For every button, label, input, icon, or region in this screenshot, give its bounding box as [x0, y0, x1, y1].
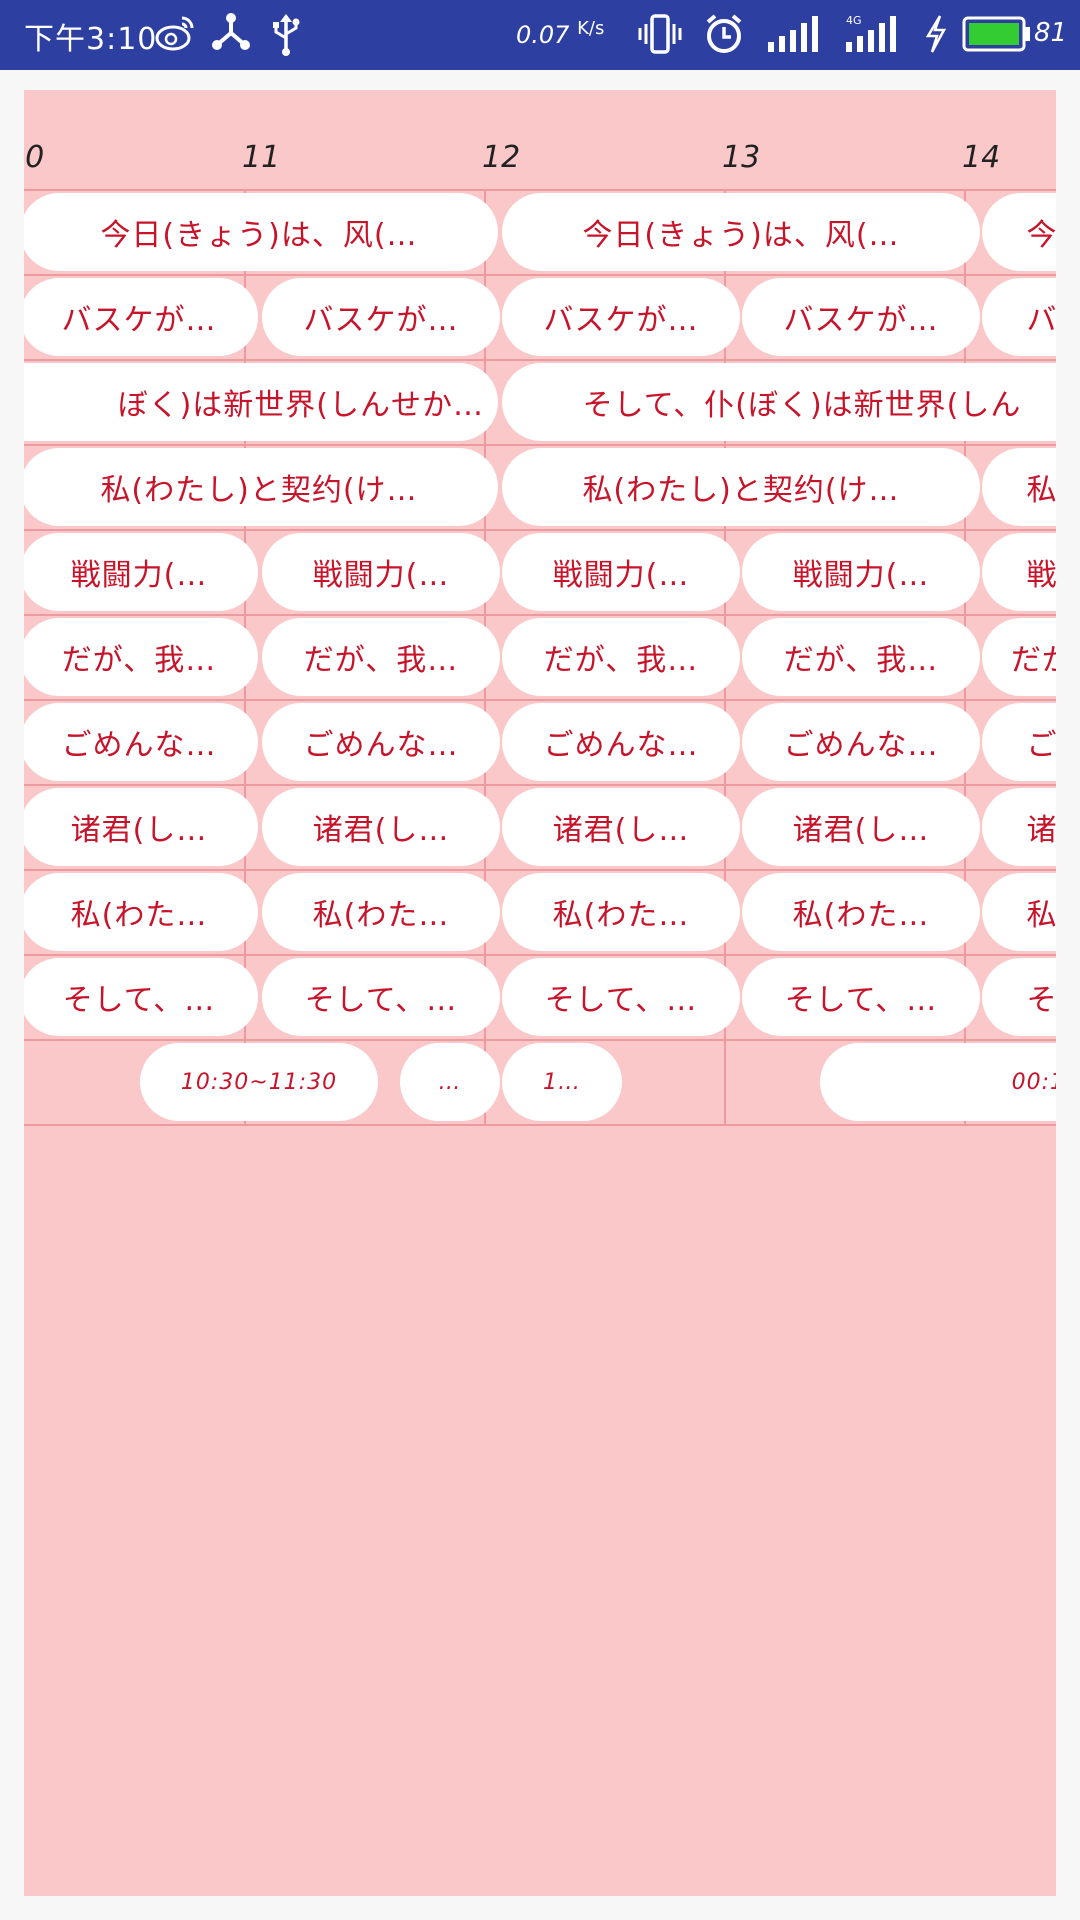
event-pill[interactable]: 私(わた… [24, 873, 258, 951]
event-pill[interactable]: 今日(きょう)は、风(… [502, 193, 980, 271]
charging-icon [922, 12, 950, 60]
event-pill[interactable]: そして、… [742, 958, 980, 1036]
weibo-icon [154, 12, 196, 58]
event-pill[interactable]: 私(わたし)と契约(け… [502, 448, 980, 526]
event-pill[interactable]: バスケが… [742, 278, 980, 356]
hour-label: 12 [482, 140, 521, 175]
battery-icon [962, 14, 1032, 58]
alarm-icon [702, 12, 746, 60]
event-pill[interactable]: 诸君(し… [742, 788, 980, 866]
event-pill[interactable]: 今 [982, 193, 1056, 271]
event-pill[interactable]: 私(わた… [262, 873, 500, 951]
event-pill[interactable]: だが、我… [24, 618, 258, 696]
4g-signal-icon: 4G [844, 12, 902, 60]
grid-line-horizontal [24, 954, 1056, 956]
event-pill[interactable]: だが [982, 618, 1056, 696]
event-pill[interactable]: 私(わた… [502, 873, 740, 951]
network-speed: 0.07 K/s [516, 18, 605, 49]
hour-label: 10 [24, 140, 45, 175]
grid-line-horizontal [24, 359, 1056, 361]
event-pill[interactable]: 诸 [982, 788, 1056, 866]
status-time: 下午3:10 [24, 22, 158, 57]
event-pill[interactable]: 戦闘力(… [262, 533, 500, 611]
event-pill[interactable]: 私 [982, 873, 1056, 951]
event-pill[interactable]: 私(わた… [742, 873, 980, 951]
grid-line-horizontal [24, 274, 1056, 276]
grid-line-horizontal [24, 784, 1056, 786]
grid-line-horizontal [24, 614, 1056, 616]
event-pill[interactable]: ごめんな… [24, 703, 258, 781]
grid-line-horizontal [24, 1124, 1056, 1126]
event-pill[interactable]: バスケが… [24, 278, 258, 356]
svg-text:4G: 4G [846, 14, 862, 27]
signal-icon [766, 12, 822, 60]
event-pill[interactable]: ぼく)は新世界(しんせか… [24, 363, 498, 441]
schedule-grid[interactable]: 10 11 12 13 14 今日(きょう)は、风(…今日(きょう)は、风(…今… [24, 90, 1056, 1896]
event-pill[interactable]: 今日(きょう)は、风(… [24, 193, 498, 271]
grid-line-horizontal [24, 529, 1056, 531]
hour-label: 13 [722, 140, 761, 175]
event-pill[interactable]: そして、… [502, 958, 740, 1036]
event-pill[interactable]: だが、我… [262, 618, 500, 696]
event-pill[interactable]: バスケが… [502, 278, 740, 356]
hour-label: 14 [962, 140, 1001, 175]
event-pill-time[interactable]: … [400, 1043, 500, 1121]
event-pill[interactable]: 诸君(し… [24, 788, 258, 866]
event-pill[interactable]: 诸君(し… [502, 788, 740, 866]
event-pill[interactable]: そして、… [24, 958, 258, 1036]
event-pill[interactable]: ごめんな… [742, 703, 980, 781]
vibrate-icon [636, 12, 684, 60]
event-pill[interactable]: 诸君(し… [262, 788, 500, 866]
grid-line-horizontal [24, 189, 1056, 191]
event-pill[interactable]: ごめんな… [502, 703, 740, 781]
event-pill-time[interactable]: 10:30~11:30 [140, 1043, 378, 1121]
event-pill[interactable]: 戦闘力(… [742, 533, 980, 611]
event-pill[interactable]: そして、… [262, 958, 500, 1036]
event-pill[interactable]: だが、我… [742, 618, 980, 696]
event-pill[interactable]: だが、我… [502, 618, 740, 696]
event-pill[interactable]: 戦闘力(… [24, 533, 258, 611]
event-pill[interactable]: バ [982, 278, 1056, 356]
usb-icon [266, 12, 306, 60]
grid-line-horizontal [24, 699, 1056, 701]
event-pill-time[interactable]: 1… [502, 1043, 622, 1121]
grid-line-horizontal [24, 1039, 1056, 1041]
event-pill[interactable]: 私(わたし)と契约(け… [24, 448, 498, 526]
event-pill[interactable]: そ [982, 958, 1056, 1036]
event-pill[interactable]: バスケが… [262, 278, 500, 356]
event-pill[interactable]: 私 [982, 448, 1056, 526]
event-pill[interactable]: そして、仆(ぼく)は新世界(しん [502, 363, 1056, 441]
status-bar: 下午3:10 0.07 K/s 4G 81 [0, 0, 1080, 70]
grid-line-horizontal [24, 444, 1056, 446]
share-node-icon [210, 12, 252, 58]
grid-line-horizontal [24, 869, 1056, 871]
event-pill[interactable]: 戦 [982, 533, 1056, 611]
event-pill[interactable]: ごめんな… [262, 703, 500, 781]
event-pill-time[interactable]: 00:10 [820, 1043, 1056, 1121]
event-pill[interactable]: ご [982, 703, 1056, 781]
hour-label: 11 [242, 140, 281, 175]
event-pill[interactable]: 戦闘力(… [502, 533, 740, 611]
battery-level: 81 [1034, 18, 1068, 48]
